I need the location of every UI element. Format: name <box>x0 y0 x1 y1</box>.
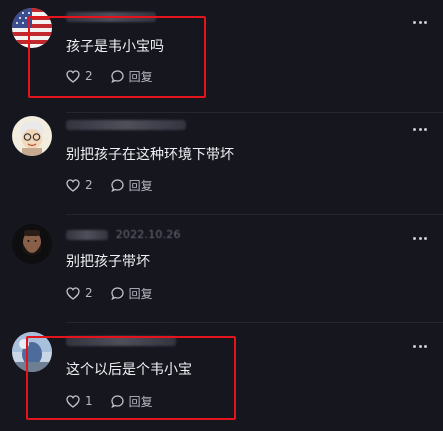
comment-date: 2022.10.26 <box>115 228 181 241</box>
reply-bubble-icon <box>110 69 124 83</box>
comment-meta <box>66 118 186 132</box>
cartoon-avatar[interactable] <box>12 116 52 156</box>
like-button[interactable]: 2 <box>66 69 93 83</box>
reply-bubble-icon <box>110 286 124 300</box>
us-flag-avatar[interactable] <box>12 8 52 48</box>
like-count: 1 <box>85 394 93 408</box>
more-options-icon[interactable] <box>413 235 427 241</box>
comment-text: 孩子是韦小宝吗 <box>66 39 164 55</box>
comment-item: 这个以后是个韦小宝 1 回复 <box>0 322 443 431</box>
comment-item: 别把孩子在这种环境下带坏 2 回复 <box>0 112 443 212</box>
bearded-man-avatar[interactable] <box>12 224 52 264</box>
divider <box>66 214 443 215</box>
more-options-icon[interactable] <box>413 19 427 25</box>
reply-bubble-icon <box>110 178 124 192</box>
reply-button[interactable]: 回复 <box>110 393 153 410</box>
heart-icon <box>66 69 80 83</box>
heart-icon <box>66 394 80 408</box>
comment-item: 孩子是韦小宝吗 2 回复 <box>0 0 443 110</box>
comment-text: 别把孩子带坏 <box>66 254 150 270</box>
comment-meta <box>66 10 156 24</box>
reply-label: 回复 <box>128 69 153 84</box>
comment-actions: 1 回复 <box>66 393 171 409</box>
landscape-avatar[interactable] <box>12 332 52 372</box>
reply-label: 回复 <box>128 178 153 193</box>
reply-label: 回复 <box>128 394 153 409</box>
divider <box>66 322 443 323</box>
like-button[interactable]: 1 <box>66 394 93 408</box>
comment-meta <box>66 334 176 348</box>
heart-icon <box>66 178 80 192</box>
comment-text: 这个以后是个韦小宝 <box>66 362 192 378</box>
more-options-icon[interactable] <box>413 343 427 349</box>
divider <box>66 112 443 113</box>
heart-icon <box>66 286 80 300</box>
like-count: 2 <box>85 286 93 300</box>
comment-actions: 2 回复 <box>66 285 171 301</box>
reply-button[interactable]: 回复 <box>110 68 153 85</box>
like-button[interactable]: 2 <box>66 178 93 192</box>
comment-text: 别把孩子在这种环境下带坏 <box>66 147 234 163</box>
comment-actions: 2 回复 <box>66 177 171 193</box>
more-options-icon[interactable] <box>413 126 427 132</box>
reply-button[interactable]: 回复 <box>110 177 153 194</box>
reply-button[interactable]: 回复 <box>110 285 153 302</box>
comment-actions: 2 回复 <box>66 68 171 84</box>
like-count: 2 <box>85 69 93 83</box>
reply-bubble-icon <box>110 394 124 408</box>
like-count: 2 <box>85 178 93 192</box>
like-button[interactable]: 2 <box>66 286 93 300</box>
comment-item: 2022.10.26 别把孩子带坏 2 回复 <box>0 214 443 320</box>
comment-meta: 2022.10.26 <box>66 228 181 242</box>
reply-label: 回复 <box>128 286 153 301</box>
